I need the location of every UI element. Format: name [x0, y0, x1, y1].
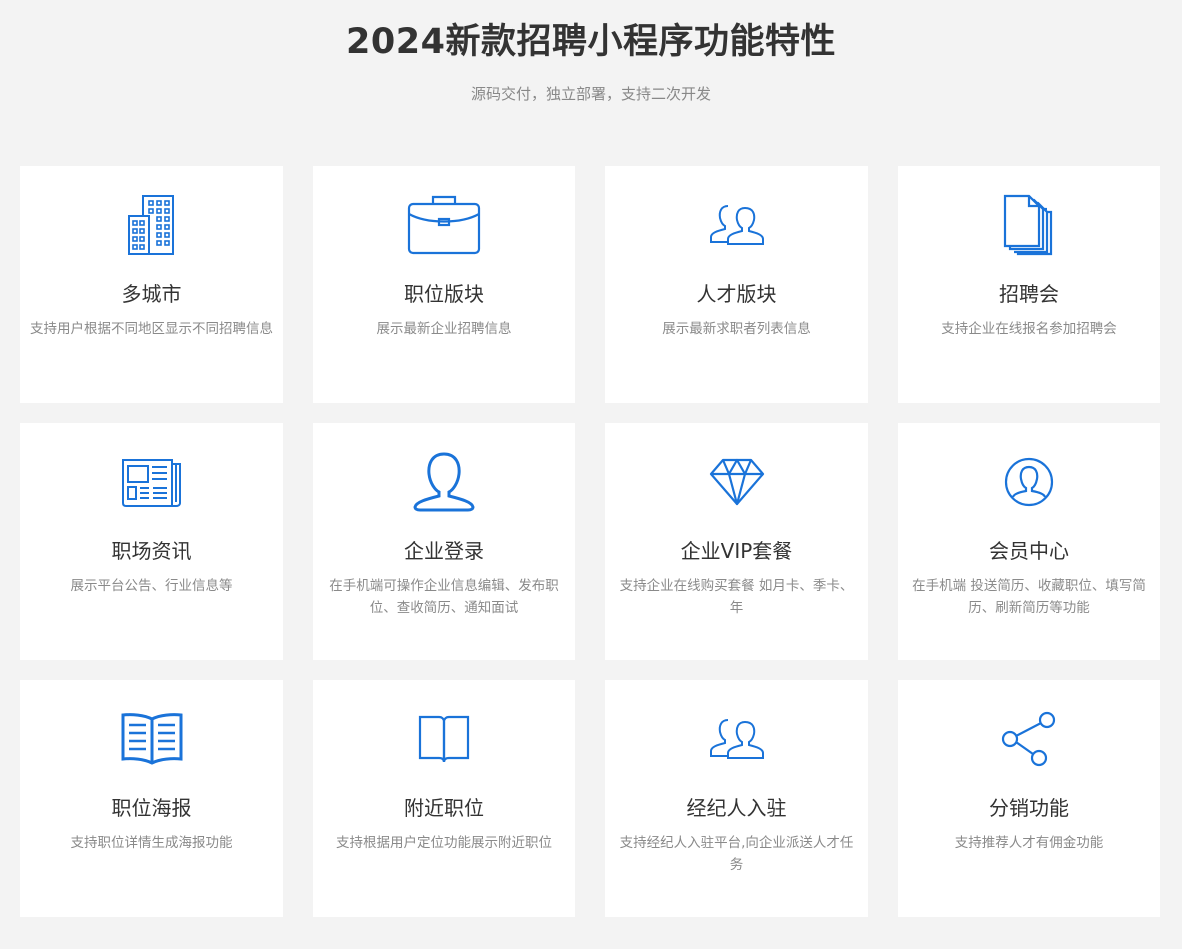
briefcase-icon — [313, 192, 575, 258]
diamond-icon — [605, 449, 868, 515]
feature-card-member-center[interactable]: 会员中心 在手机端 投送简历、收藏职位、填写简历、刷新简历等功能 — [898, 423, 1160, 660]
feature-title: 附近职位 — [404, 796, 484, 820]
feature-card-company-login[interactable]: 企业登录 在手机端可操作企业信息编辑、发布职位、查收简历、通知面试 — [313, 423, 575, 660]
feature-description: 在手机端可操作企业信息编辑、发布职位、查收简历、通知面试 — [329, 578, 559, 616]
feature-card-job-section[interactable]: 职位版块 展示最新企业招聘信息 — [313, 166, 575, 403]
feature-title: 人才版块 — [696, 282, 777, 306]
feature-description: 支持职位详情生成海报功能 — [70, 835, 233, 851]
feature-title: 招聘会 — [999, 282, 1059, 306]
feature-description: 支持根据用户定位功能展示附近职位 — [336, 835, 552, 851]
feature-description: 支持用户根据不同地区显示不同招聘信息 — [30, 321, 273, 337]
feature-title: 多城市 — [121, 282, 182, 306]
feature-description: 支持企业在线购买套餐 如月卡、季卡、年 — [619, 578, 854, 616]
feature-title: 会员中心 — [989, 539, 1069, 563]
feature-description: 支持推荐人才有佣金功能 — [954, 835, 1104, 851]
feature-title: 职位海报 — [111, 796, 192, 820]
book-outline-icon — [313, 706, 575, 772]
feature-description: 在手机端 投送简历、收藏职位、填写简历、刷新简历等功能 — [912, 578, 1146, 616]
feature-title: 职场资讯 — [111, 539, 192, 563]
user-circle-icon — [898, 449, 1160, 515]
users-icon — [605, 192, 868, 258]
feature-card-talent-section[interactable]: 人才版块 展示最新求职者列表信息 — [605, 166, 868, 403]
feature-card-workplace-news[interactable]: 职场资讯 展示平台公告、行业信息等 — [20, 423, 283, 660]
user-icon — [313, 449, 575, 515]
feature-card-agent-join[interactable]: 经纪人入驻 支持经纪人入驻平台,向企业派送人才任务 — [605, 680, 868, 917]
open-book-icon — [20, 706, 283, 772]
feature-description: 展示最新求职者列表信息 — [662, 321, 811, 337]
documents-icon — [898, 192, 1160, 258]
feature-title: 经纪人入驻 — [686, 796, 787, 820]
feature-description: 展示最新企业招聘信息 — [376, 321, 512, 337]
feature-card-nearby-jobs[interactable]: 附近职位 支持根据用户定位功能展示附近职位 — [313, 680, 575, 917]
feature-card-vip-package[interactable]: 企业VIP套餐 支持企业在线购买套餐 如月卡、季卡、年 — [605, 423, 868, 660]
feature-description: 支持企业在线报名参加招聘会 — [941, 321, 1117, 337]
page-subtitle: 源码交付，独立部署，支持二次开发 — [470, 85, 711, 103]
newspaper-icon — [20, 449, 283, 515]
feature-title: 分销功能 — [989, 796, 1069, 820]
feature-description: 展示平台公告、行业信息等 — [70, 578, 233, 594]
feature-card-job-fair[interactable]: 招聘会 支持企业在线报名参加招聘会 — [898, 166, 1160, 403]
feature-title: 职位版块 — [404, 282, 484, 306]
users-icon — [605, 706, 868, 772]
feature-title: 企业登录 — [404, 539, 484, 563]
feature-card-job-poster[interactable]: 职位海报 支持职位详情生成海报功能 — [20, 680, 283, 917]
feature-description: 支持经纪人入驻平台,向企业派送人才任务 — [619, 835, 854, 873]
page-title: 2024新款招聘小程序功能特性 — [346, 22, 836, 62]
feature-grid: 多城市 支持用户根据不同地区显示不同招聘信息 职位版块 展示最新企业招聘信息 人… — [20, 166, 1160, 917]
feature-title: 企业VIP套餐 — [680, 539, 793, 563]
feature-card-distribution[interactable]: 分销功能 支持推荐人才有佣金功能 — [898, 680, 1160, 917]
buildings-icon — [20, 192, 283, 258]
share-icon — [898, 706, 1160, 772]
feature-card-multi-city[interactable]: 多城市 支持用户根据不同地区显示不同招聘信息 — [20, 166, 283, 403]
